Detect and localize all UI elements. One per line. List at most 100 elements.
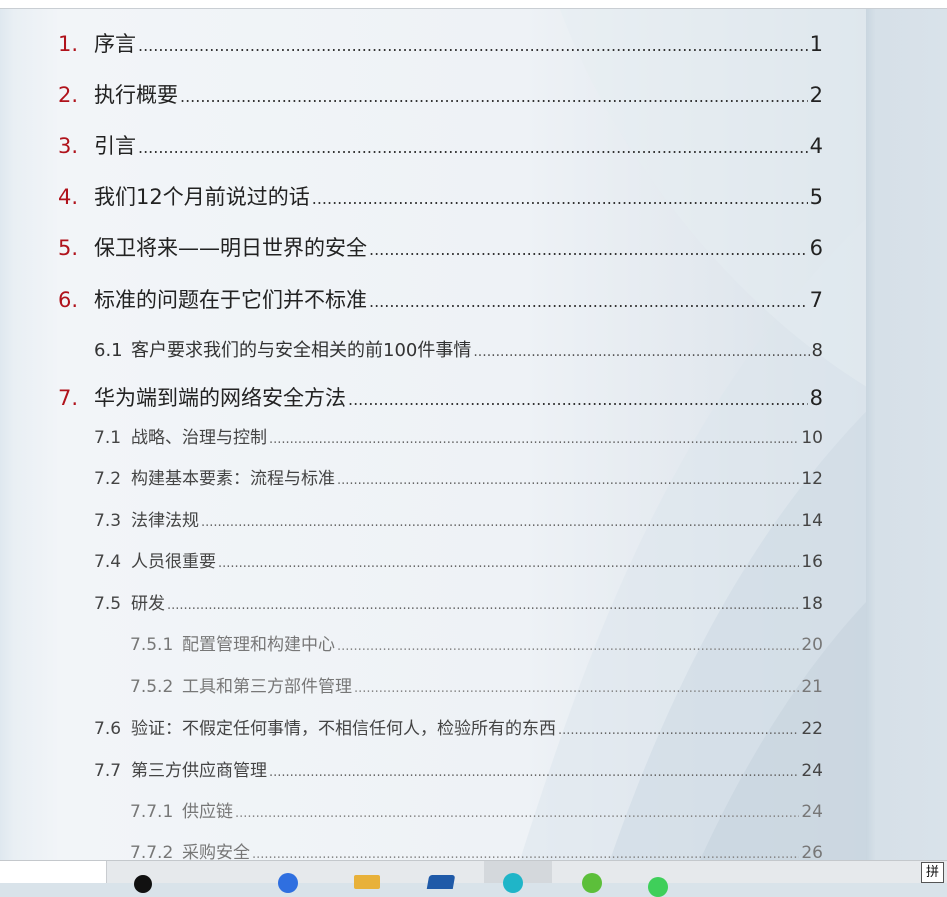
- toc-entry-6[interactable]: 6. 标准的问题在于它们并不标准 7: [58, 284, 823, 314]
- toc-entry-title: 构建基本要素：流程与标准: [131, 469, 335, 489]
- toc-dot-leader: [138, 138, 808, 157]
- toc-entry-page: 24: [801, 761, 823, 781]
- toc-entry-number: 6.1: [94, 340, 123, 361]
- toc-entry-page: 7: [809, 288, 823, 312]
- toc-entry-3[interactable]: 3. 引言 4: [58, 130, 823, 160]
- ime-indicator[interactable]: 拼: [921, 862, 944, 883]
- toc-entry-number: 7.2: [94, 469, 122, 489]
- app-icon-green[interactable]: [582, 873, 602, 893]
- toc-entry-title: 供应链: [182, 802, 233, 822]
- toc-dot-leader: [558, 723, 799, 738]
- toc-entry-page: 1: [809, 32, 823, 56]
- toc-entry-title: 标准的问题在于它们并不标准: [94, 288, 367, 312]
- toc-entry-page: 21: [801, 677, 823, 697]
- toc-entry-page: 4: [809, 134, 823, 158]
- toc-entry-1[interactable]: 1. 序言 1: [58, 28, 823, 58]
- toc-entry-number: 3.: [58, 134, 79, 158]
- toc-entry-title: 第三方供应商管理: [131, 761, 267, 781]
- toc-entry-7-1[interactable]: 7.1 战略、治理与控制 10: [94, 423, 823, 448]
- toc-entry-title: 引言: [94, 134, 136, 158]
- toc-entry-number: 1.: [58, 32, 79, 56]
- toc-entry-title: 工具和第三方部件管理: [182, 677, 352, 697]
- toc-entry-number: 7.4: [94, 552, 122, 572]
- toc-entry-title: 执行概要: [94, 83, 178, 107]
- toc-entry-number: 4.: [58, 185, 79, 209]
- toc-entry-7-5-2[interactable]: 7.5.2 工具和第三方部件管理 21: [130, 672, 823, 697]
- toc-dot-leader: [473, 344, 809, 360]
- toc-entry-page: 2: [809, 83, 823, 107]
- app-icon-blue[interactable]: [278, 873, 298, 893]
- toc-entry-title: 研发: [131, 594, 165, 614]
- toc-dot-leader: [369, 292, 808, 311]
- toc-entry-number: 7.7: [94, 761, 122, 781]
- toc-entry-number: 7.3: [94, 511, 122, 531]
- app-icon-navy[interactable]: [426, 875, 456, 889]
- toc-dot-leader: [180, 87, 808, 106]
- toc-dot-leader: [235, 806, 799, 821]
- toc-entry-2[interactable]: 2. 执行概要 2: [58, 79, 823, 109]
- toc-entry-title: 验证：不假定任何事情，不相信任何人，检验所有的东西: [131, 719, 556, 739]
- toc-entry-title: 我们12个月前说过的话: [94, 185, 310, 209]
- toc-entry-page: 18: [801, 594, 823, 614]
- folder-icon[interactable]: [354, 875, 380, 889]
- toc-entry-page: 16: [801, 552, 823, 572]
- toc-dot-leader: [218, 556, 799, 571]
- toc-dot-leader: [312, 189, 808, 208]
- toc-entry-7-5[interactable]: 7.5 研发 18: [94, 589, 823, 614]
- toc-entry-5[interactable]: 5. 保卫将来——明日世界的安全 6: [58, 232, 823, 262]
- toc-entry-7[interactable]: 7. 华为端到端的网络安全方法 8: [58, 382, 823, 412]
- toc-entry-6-1[interactable]: 6.1 客户要求我们的与安全相关的前100件事情 8: [94, 336, 823, 362]
- toc-entry-page: 14: [801, 511, 823, 531]
- chat-app-icon[interactable]: [648, 877, 668, 897]
- toc-entry-page: 20: [801, 635, 823, 655]
- toc-entry-number: 5.: [58, 236, 79, 260]
- toc-entry-7-7-1[interactable]: 7.7.1 供应链 24: [130, 797, 823, 822]
- toc-entry-title: 人员很重要: [131, 552, 216, 572]
- app-icon-teal[interactable]: [503, 873, 523, 893]
- toc-entry-title: 配置管理和构建中心: [182, 635, 335, 655]
- taskbar: 拼: [0, 860, 947, 897]
- toc-dot-leader: [348, 390, 808, 409]
- toc-entry-number: 7.5.2: [130, 677, 174, 697]
- toc-entry-title: 序言: [94, 32, 136, 56]
- toc-dot-leader: [337, 473, 799, 488]
- toc-entry-number: 7.5: [94, 594, 122, 614]
- app-icon-dark[interactable]: [134, 875, 152, 893]
- toc-entry-page: 8: [809, 386, 823, 410]
- toc-entry-number: 7.: [58, 386, 79, 410]
- toc-entry-number: 7.1: [94, 428, 122, 448]
- toc-entry-page: 6: [809, 236, 823, 260]
- toc-entry-number: 7.7.1: [130, 802, 174, 822]
- toc-entry-7-3[interactable]: 7.3 法律法规 14: [94, 506, 823, 531]
- toc-entry-number: 7.6: [94, 719, 122, 739]
- toc-dot-leader: [269, 765, 799, 780]
- toc-entry-number: 6.: [58, 288, 79, 312]
- toc-entry-page: 24: [801, 802, 823, 822]
- toc-entry-number: 7.5.1: [130, 635, 174, 655]
- toc-dot-leader: [269, 432, 799, 447]
- toc-entry-7-7[interactable]: 7.7 第三方供应商管理 24: [94, 756, 823, 781]
- toc-entry-page: 5: [809, 185, 823, 209]
- table-of-contents: 1. 序言 1 2. 执行概要 2 3. 引言 4 4. 我们12个月前说过的话…: [0, 0, 947, 863]
- toc-dot-leader: [337, 639, 799, 654]
- toc-entry-page: 12: [801, 469, 823, 489]
- toc-entry-title: 华为端到端的网络安全方法: [94, 386, 346, 410]
- toc-entry-title: 法律法规: [131, 511, 199, 531]
- toc-entry-title: 保卫将来——明日世界的安全: [94, 236, 367, 260]
- toc-entry-page: 8: [811, 340, 823, 361]
- toc-entry-page: 22: [801, 719, 823, 739]
- toc-dot-leader: [167, 598, 799, 613]
- toc-entry-page: 10: [801, 428, 823, 448]
- toc-entry-7-5-1[interactable]: 7.5.1 配置管理和构建中心 20: [130, 630, 823, 655]
- toc-entry-number: 2.: [58, 83, 79, 107]
- toc-dot-leader: [354, 681, 799, 696]
- toc-entry-7-6[interactable]: 7.6 验证：不假定任何事情，不相信任何人，检验所有的东西 22: [94, 714, 823, 739]
- toc-entry-7-2[interactable]: 7.2 构建基本要素：流程与标准 12: [94, 464, 823, 489]
- toc-entry-title: 战略、治理与控制: [131, 428, 267, 448]
- toc-dot-leader: [369, 240, 808, 259]
- toc-entry-4[interactable]: 4. 我们12个月前说过的话 5: [58, 181, 823, 211]
- toc-dot-leader: [201, 515, 799, 530]
- toc-entry-title: 客户要求我们的与安全相关的前100件事情: [131, 340, 472, 361]
- taskbar-search-box[interactable]: [0, 861, 107, 883]
- toc-entry-7-4[interactable]: 7.4 人员很重要 16: [94, 547, 823, 572]
